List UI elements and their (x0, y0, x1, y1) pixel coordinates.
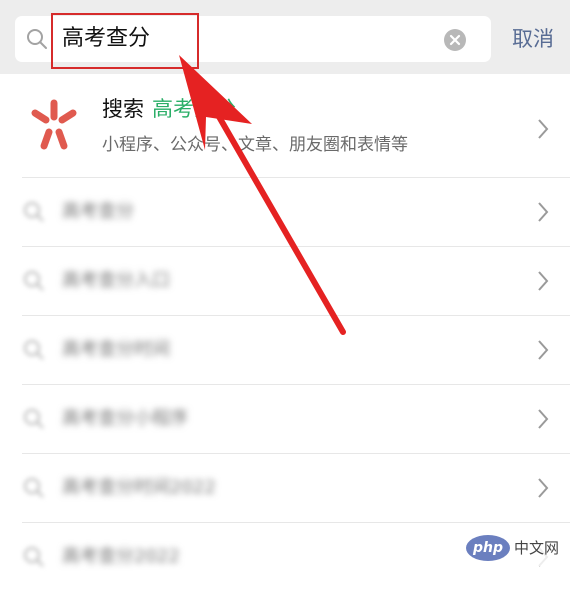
search-icon (24, 340, 44, 360)
suggestion-item[interactable]: 高考查分 (0, 178, 570, 246)
chevron-right-icon (538, 119, 549, 139)
chevron-right-icon (538, 340, 549, 360)
result-subtitle: 小程序、公众号、文章、朋友圈和表情等 (102, 135, 408, 155)
chevron-right-icon (538, 202, 549, 222)
search-icon (24, 478, 44, 498)
chevron-right-icon (538, 271, 549, 291)
cancel-button[interactable]: 取消 (504, 18, 562, 60)
search-result-item[interactable]: 搜索 高考查分 小程序、公众号、文章、朋友圈和表情等 (0, 86, 570, 172)
result-keyword: 高考查分 (152, 97, 236, 121)
watermark-text: 中文网 (514, 539, 560, 557)
search-icon (24, 202, 44, 222)
search-icon (24, 409, 44, 429)
search-bar: 高考查分 取消 (0, 0, 570, 74)
chevron-right-icon (538, 478, 549, 498)
suggestion-item[interactable]: 高考查分小程序 (0, 385, 570, 453)
search-icon (24, 271, 44, 291)
search-box[interactable]: 高考查分 (15, 16, 491, 62)
suggestion-text: 高考查分入口 (62, 270, 170, 291)
result-prefix: 搜索 (102, 97, 144, 121)
watermark: php 中文网 (462, 530, 566, 566)
suggestion-text: 高考查分 (62, 201, 134, 222)
suggestion-item[interactable]: 高考查分时间 (0, 316, 570, 384)
result-title: 搜索 高考查分 (102, 94, 236, 124)
suggestion-item[interactable]: 高考查分入口 (0, 247, 570, 315)
clear-icon[interactable] (443, 28, 467, 52)
search-icon (24, 547, 44, 567)
chevron-right-icon (538, 409, 549, 429)
suggestion-text: 高考查分2022 (62, 546, 180, 567)
suggestion-item[interactable]: 高考查分时间2022 (0, 454, 570, 522)
search-logo-icon (31, 99, 77, 150)
php-logo: php (466, 535, 510, 561)
suggestion-text: 高考查分小程序 (62, 408, 188, 429)
search-input[interactable]: 高考查分 (62, 21, 150, 57)
suggestion-text: 高考查分时间2022 (62, 477, 216, 498)
search-icon (27, 29, 47, 49)
suggestion-text: 高考查分时间 (62, 339, 170, 360)
